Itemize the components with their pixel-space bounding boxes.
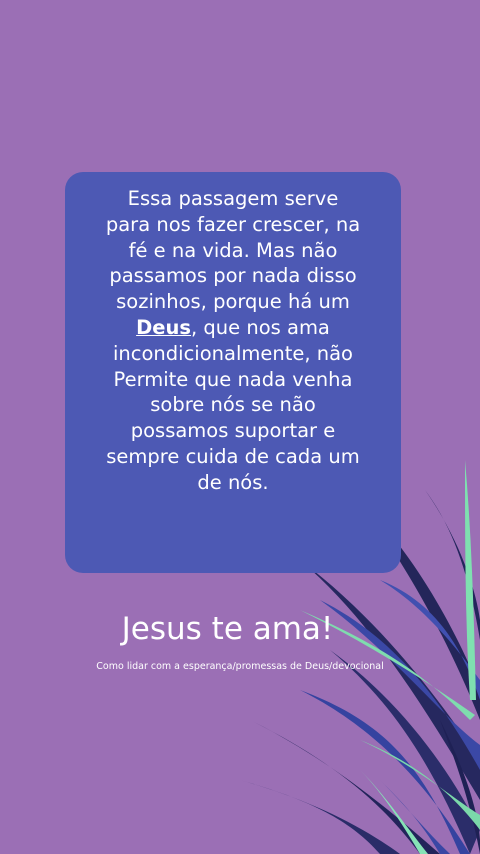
- card-text-line: para nos fazer crescer, na: [105, 212, 361, 236]
- card-text-line: Essa passagem serve: [127, 187, 339, 210]
- card-text-line: sempre cuida de cada um: [106, 444, 360, 468]
- deus-emphasis: Deus: [136, 315, 192, 339]
- leaf-dark: [240, 780, 400, 854]
- card-text-line: sobre nós se não: [150, 393, 316, 417]
- card-text-line: fé e na vida. Mas não: [128, 238, 338, 262]
- card-text-line: Permite que nada venha: [113, 367, 353, 391]
- card-text-fragment: , que nos ama: [191, 315, 330, 339]
- caption: Como lidar com a esperança/promessas de …: [96, 661, 384, 672]
- card-text-line: Deus, que nos ama: [79, 315, 387, 341]
- card-text-line: passamos por nada disso: [109, 264, 357, 288]
- leaf-dark: [300, 560, 480, 800]
- headline: Jesus te ama!: [121, 611, 334, 647]
- card-text-line: possamos suportar e: [130, 419, 336, 443]
- card-text-line: de nós.: [197, 470, 269, 494]
- devotional-text-card: Essa passagem serve para nos fazer cresc…: [65, 172, 401, 573]
- card-text-line: incondicionalmente, não: [112, 341, 353, 365]
- card-text-line: sozinhos, porque há um: [116, 290, 350, 314]
